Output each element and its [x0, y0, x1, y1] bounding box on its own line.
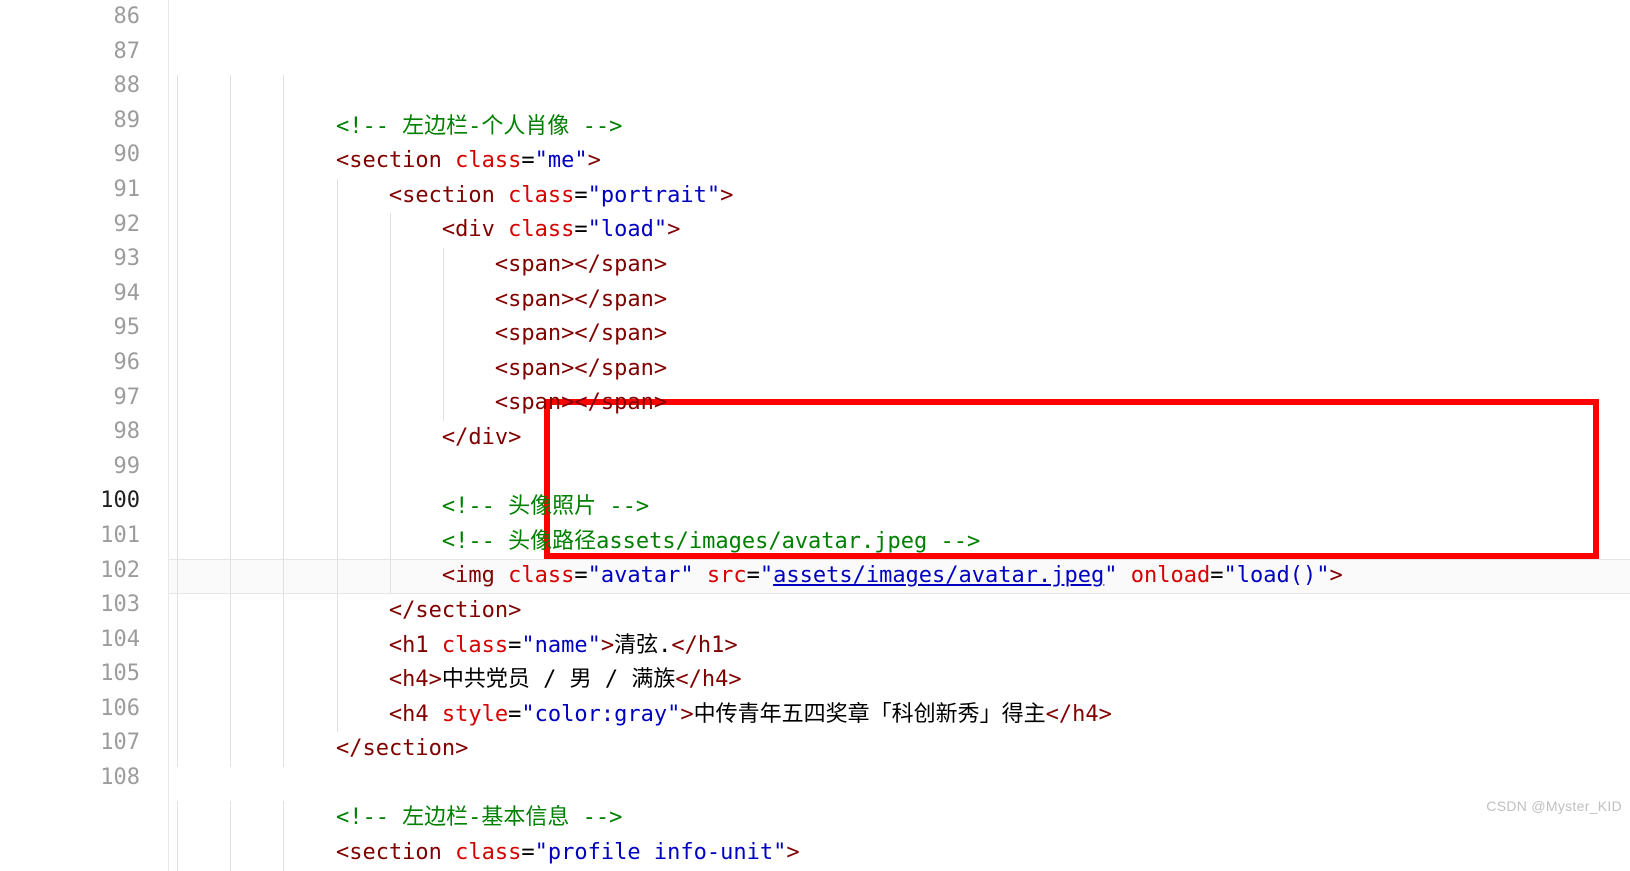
line-number: 86: [0, 0, 140, 35]
code-line[interactable]: <!-- 头像路径assets/images/avatar.jpeg -->: [169, 525, 1630, 560]
line-number: 108: [0, 761, 140, 796]
line-number: 104: [0, 623, 140, 658]
code-line-text: <!-- 头像照片 -->: [169, 494, 649, 519]
watermark-text: CSDN @Myster_KID: [1486, 798, 1622, 814]
line-number: 95: [0, 311, 140, 346]
code-line[interactable]: <div class="load">: [169, 213, 1630, 248]
code-line[interactable]: <section class="me">: [169, 144, 1630, 179]
line-number: 94: [0, 277, 140, 312]
code-line-text: <!-- 左边栏-个人肖像 -->: [169, 114, 622, 139]
code-line-text: <section class="profile info-unit">: [169, 840, 800, 865]
code-line-text: </section>: [169, 598, 521, 623]
code-line[interactable]: <section class="profile info-unit">: [169, 836, 1630, 871]
line-number: 99: [0, 450, 140, 485]
code-line-text: <div class="load">: [169, 217, 680, 242]
code-line-text: <span></span>: [169, 356, 667, 381]
code-line[interactable]: <section class="portrait">: [169, 179, 1630, 214]
code-line-text: <span></span>: [169, 252, 667, 277]
code-line[interactable]: <img class="avatar" src="assets/images/a…: [169, 559, 1630, 594]
code-line-text: [169, 460, 442, 485]
code-line-text: <span></span>: [169, 321, 667, 346]
line-number: 105: [0, 657, 140, 692]
line-number-gutter: 8687888990919293949596979899100101102103…: [0, 0, 168, 871]
code-line[interactable]: <!-- 左边栏-个人肖像 -->: [169, 110, 1630, 145]
code-line[interactable]: [169, 767, 1630, 802]
code-line-text: [169, 79, 336, 104]
code-line-text: [169, 771, 336, 796]
line-number: 87: [0, 35, 140, 70]
code-line[interactable]: <span></span>: [169, 283, 1630, 318]
code-line-text: <h4>中共党员 / 男 / 满族</h4>: [169, 667, 742, 692]
line-number: 89: [0, 104, 140, 139]
code-line-text: <img class="avatar" src="assets/images/a…: [169, 563, 1343, 588]
code-line[interactable]: <!-- 头像照片 -->: [169, 490, 1630, 525]
code-line-text: <span></span>: [169, 390, 667, 415]
code-line-text: <h4 style="color:gray">中传青年五四奖章「科创新秀」得主<…: [169, 702, 1112, 727]
code-line[interactable]: <h4>中共党员 / 男 / 满族</h4>: [169, 663, 1630, 698]
code-line-text: </div>: [169, 425, 521, 450]
line-number: 96: [0, 346, 140, 381]
line-number: 106: [0, 692, 140, 727]
code-content-pane[interactable]: <!-- 左边栏-个人肖像 --> <section class="me"> <…: [168, 0, 1630, 871]
code-line[interactable]: <h4 style="color:gray">中传青年五四奖章「科创新秀」得主<…: [169, 698, 1630, 733]
line-number: 88: [0, 69, 140, 104]
code-line[interactable]: </section>: [169, 732, 1630, 767]
code-line[interactable]: [169, 456, 1630, 491]
line-number: 90: [0, 138, 140, 173]
line-number: 92: [0, 208, 140, 243]
code-line[interactable]: <!-- 左边栏-基本信息 -->: [169, 801, 1630, 836]
line-number: 103: [0, 588, 140, 623]
code-line[interactable]: <span></span>: [169, 386, 1630, 421]
code-line[interactable]: <span></span>: [169, 317, 1630, 352]
code-line[interactable]: [169, 75, 1630, 110]
line-number: 107: [0, 726, 140, 761]
line-number: 102: [0, 554, 140, 589]
code-line-text: <section class="me">: [169, 148, 601, 173]
code-line-text: <h1 class="name">清弦.</h1>: [169, 633, 738, 658]
code-editor[interactable]: 8687888990919293949596979899100101102103…: [0, 0, 1630, 871]
line-number: 100: [0, 484, 140, 519]
code-line-text: <span></span>: [169, 287, 667, 312]
code-line[interactable]: </section>: [169, 594, 1630, 629]
code-line-text: <section class="portrait">: [169, 183, 733, 208]
code-line-text: <!-- 头像路径assets/images/avatar.jpeg -->: [169, 529, 980, 554]
code-line[interactable]: <span></span>: [169, 352, 1630, 387]
line-number: 98: [0, 415, 140, 450]
line-number: 91: [0, 173, 140, 208]
code-line[interactable]: <h1 class="name">清弦.</h1>: [169, 629, 1630, 664]
code-line[interactable]: </div>: [169, 421, 1630, 456]
line-number: 93: [0, 242, 140, 277]
code-line[interactable]: <span></span>: [169, 248, 1630, 283]
line-number: 97: [0, 381, 140, 416]
line-number: 101: [0, 519, 140, 554]
code-line-text: </section>: [169, 736, 468, 761]
